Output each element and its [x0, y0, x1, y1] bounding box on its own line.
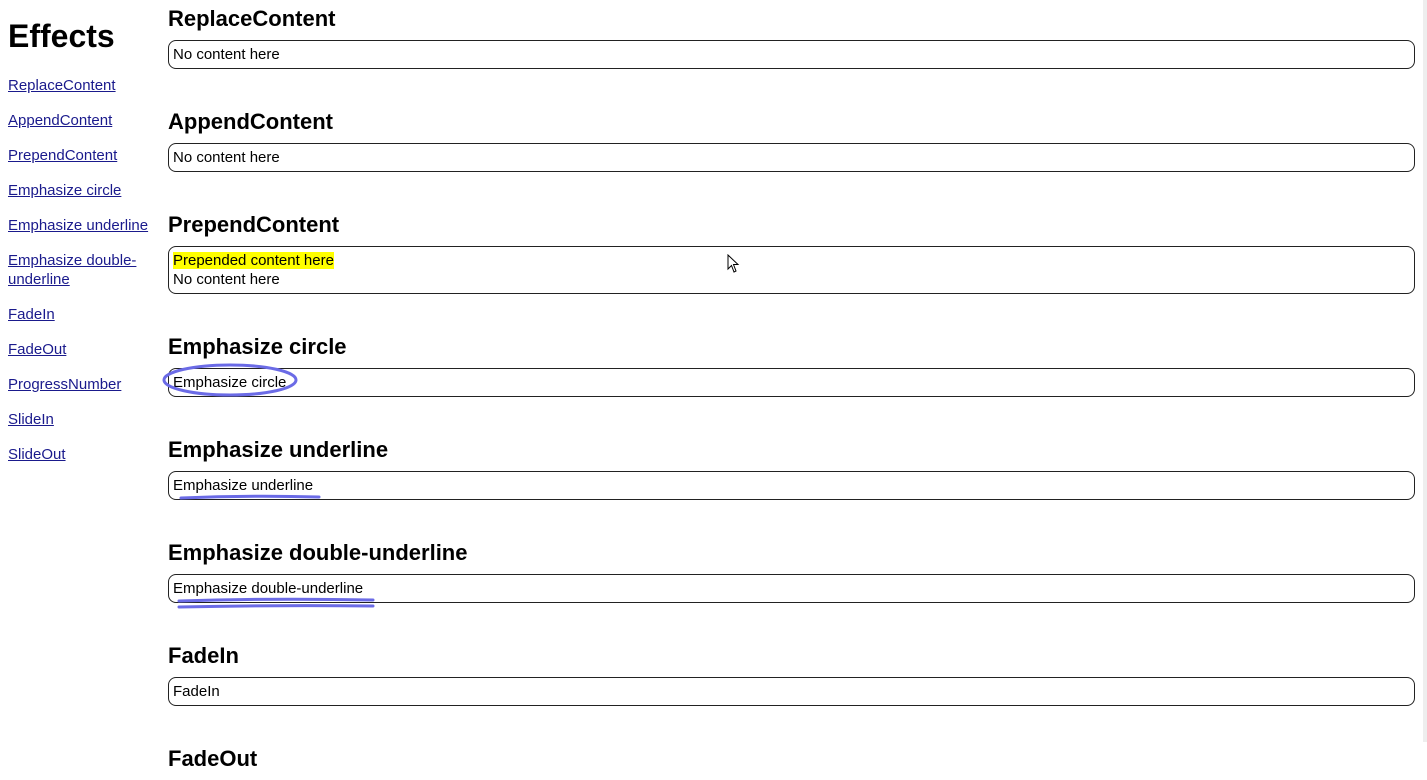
sidebar-item-progressnumber[interactable]: ProgressNumber: [8, 376, 121, 393]
section-title-prependcontent: PrependContent: [168, 212, 340, 237]
emphasize-double-underline-text: Emphasize double-underline: [173, 580, 364, 597]
section-title-emphasize-double-underline: Emphasize double-underline: [168, 540, 468, 565]
sidebar-title: Effects: [8, 18, 115, 54]
mouse-cursor-icon: [727, 254, 740, 273]
fadein-box: FadeIn: [168, 677, 1415, 706]
replacecontent-text: No content here: [173, 46, 280, 63]
prepended-text: Prepended content here: [173, 252, 334, 269]
emphasize-underline-box: Emphasize underline: [168, 471, 1415, 500]
sidebar-item-slidein[interactable]: SlideIn: [8, 411, 54, 428]
emphasize-underline-text: Emphasize underline: [173, 477, 314, 494]
main-content: ReplaceContent No content here AppendCon…: [162, 0, 1415, 780]
section-title-fadein: FadeIn: [168, 643, 239, 668]
sidebar-item-fadeout[interactable]: FadeOut: [8, 341, 66, 358]
vertical-scrollbar[interactable]: [1423, 0, 1427, 742]
section-title-replacecontent: ReplaceContent: [168, 6, 336, 31]
prependcontent-text: No content here: [173, 271, 280, 288]
emphasis-underline-mark: [179, 494, 321, 500]
prependcontent-box: Prepended content here No content here: [168, 246, 1415, 294]
emphasis-circle-mark: [162, 363, 298, 397]
sidebar-item-prependcontent[interactable]: PrependContent: [8, 147, 117, 164]
sidebar-item-appendcontent[interactable]: AppendContent: [8, 112, 112, 129]
replacecontent-box: No content here: [168, 40, 1415, 69]
sidebar-item-fadein[interactable]: FadeIn: [8, 306, 55, 323]
section-title-fadeout: FadeOut: [168, 746, 258, 771]
appendcontent-box: No content here: [168, 143, 1415, 172]
fadein-text: FadeIn: [173, 683, 220, 700]
emphasize-double-underline-box: Emphasize double-underline: [168, 574, 1415, 609]
sidebar-item-slideout[interactable]: SlideOut: [8, 446, 66, 463]
sidebar-nav: ReplaceContent AppendContent PrependCont…: [8, 76, 158, 464]
section-title-appendcontent: AppendContent: [168, 109, 333, 134]
sidebar-item-replacecontent[interactable]: ReplaceContent: [8, 77, 116, 94]
sidebar-item-emphasize-double-underline[interactable]: Emphasize double-underline: [8, 252, 136, 288]
emphasize-circle-box: Emphasize circle: [162, 363, 1415, 397]
section-title-emphasize-underline: Emphasize underline: [168, 437, 389, 462]
appendcontent-text: No content here: [173, 149, 280, 166]
sidebar: Effects ReplaceContent AppendContent Pre…: [8, 0, 158, 480]
sidebar-item-emphasize-circle[interactable]: Emphasize circle: [8, 182, 121, 199]
emphasis-double-underline-mark: [177, 597, 375, 609]
section-title-emphasize-circle: Emphasize circle: [168, 334, 347, 359]
sidebar-item-emphasize-underline[interactable]: Emphasize underline: [8, 217, 148, 234]
